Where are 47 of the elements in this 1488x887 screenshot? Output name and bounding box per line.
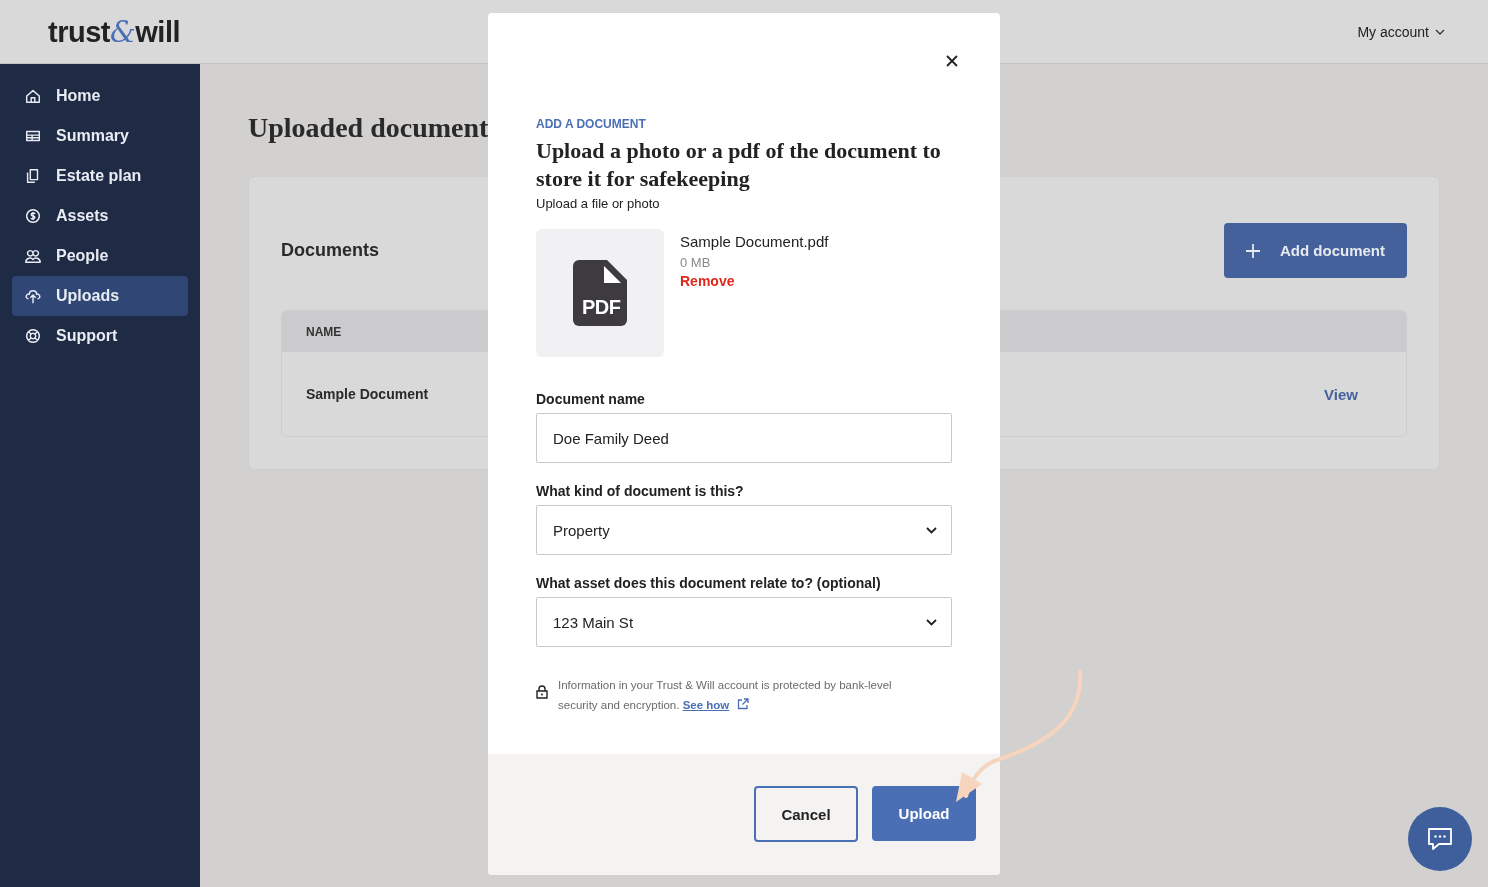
logo[interactable]: trust&will	[48, 14, 180, 49]
chevron-down-icon	[1435, 28, 1445, 35]
table-cell: Sample Document	[306, 386, 429, 402]
cancel-button[interactable]: Cancel	[754, 786, 858, 842]
file-size: 0 MB	[680, 255, 711, 270]
upload-button[interactable]: Upload	[872, 786, 976, 841]
field-label: What asset does this document relate to? (optional)	[536, 575, 882, 591]
page-title: Uploaded document	[248, 112, 489, 144]
sidebar-item[interactable]: People	[12, 236, 188, 276]
lock-icon	[536, 685, 548, 699]
dialog-title: Upload a photo or a pdf of the document to store it for safekeeping	[536, 137, 942, 193]
sidebar-item[interactable]: Uploads	[12, 276, 188, 316]
view-link[interactable]: View	[1324, 385, 1358, 403]
security-note: Information in your Trust & Will account is protected by bank-level security and encryption. See how	[558, 678, 893, 713]
nav-icon	[24, 247, 42, 265]
close-icon	[946, 55, 958, 67]
close-button[interactable]	[946, 55, 958, 67]
remove-link[interactable]: Remove	[680, 273, 735, 289]
chevron-down-icon	[926, 526, 937, 534]
nav-icon	[24, 207, 42, 225]
select-field[interactable]: Property	[536, 505, 952, 555]
nav-icon	[24, 287, 42, 305]
field-label: What kind of document is this?	[536, 483, 745, 499]
add-document-button[interactable]: Add document	[1224, 223, 1407, 278]
nav-icon	[24, 87, 42, 105]
dialog-eyebrow: ADD A DOCUMENT	[536, 117, 647, 131]
pdf-file-icon	[573, 260, 627, 326]
plus-icon	[1246, 243, 1260, 258]
sidebar-item[interactable]: Assets	[12, 196, 188, 236]
sidebar-item[interactable]: Support	[12, 316, 188, 356]
chat-icon	[1427, 827, 1453, 851]
sidebar-item[interactable]: Summary	[12, 116, 188, 156]
section-title: Documents	[281, 240, 379, 261]
nav-icon	[24, 327, 42, 345]
document-name-field[interactable]: Doe Family Deed	[536, 413, 952, 463]
see-how-link[interactable]: See how	[682, 699, 730, 711]
file-thumbnail: PDF	[536, 229, 664, 357]
sidebar-item[interactable]: Estate plan	[12, 156, 188, 196]
external-link-icon	[736, 698, 749, 710]
sidebar-item[interactable]: Home	[12, 76, 188, 116]
chevron-down-icon	[926, 618, 937, 626]
column-header: NAME	[306, 324, 342, 339]
field-label: Document name	[536, 391, 646, 407]
select-field[interactable]: 123 Main St	[536, 597, 952, 647]
file-name: Sample Document.pdf	[680, 233, 829, 250]
dialog-subtitle: Upload a file or photo	[536, 196, 661, 211]
account-menu[interactable]: My account	[1351, 22, 1451, 41]
